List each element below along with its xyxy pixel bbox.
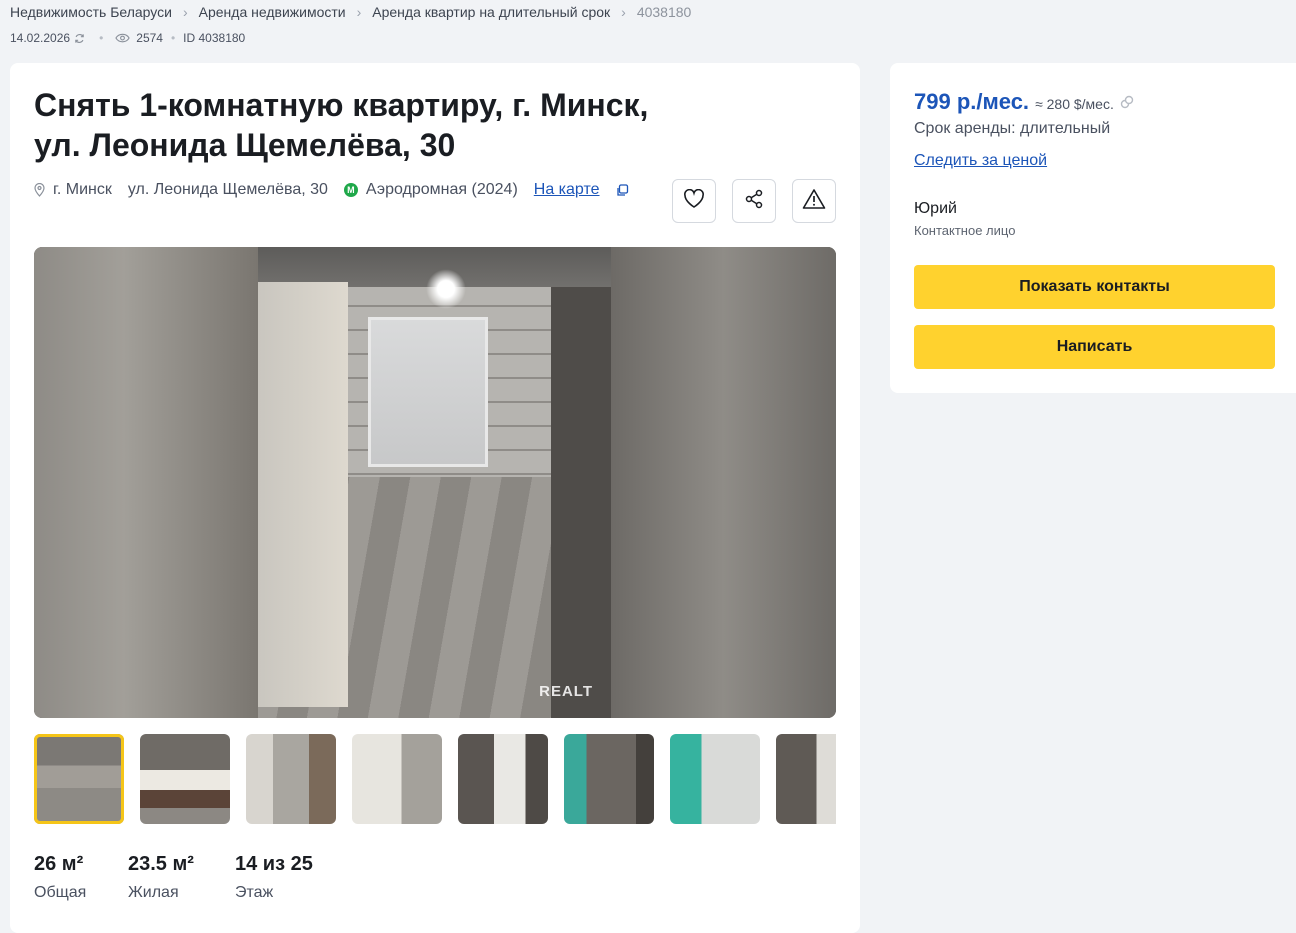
views-count: 2574 bbox=[136, 31, 163, 45]
stat-value: 26 м² bbox=[34, 853, 84, 875]
stat-label: Жилая bbox=[128, 884, 179, 901]
address-street: ул. Леонида Щемелёва, 30 bbox=[127, 181, 328, 198]
metro-station-label: Аэродромная (2024) bbox=[365, 181, 518, 198]
refresh-icon bbox=[74, 33, 85, 44]
stat-label: Общая bbox=[34, 884, 87, 901]
breadcrumb-link-realty[interactable]: Недвижимость Беларуси bbox=[10, 4, 172, 20]
breadcrumb-link-rent[interactable]: Аренда недвижимости bbox=[199, 4, 346, 20]
metro-station: M Аэродромная (2024) bbox=[343, 181, 518, 199]
title-line-1: Снять 1-комнатную квартиру, г. Минск, bbox=[34, 87, 649, 123]
chevron-right-icon: › bbox=[182, 4, 188, 20]
thumbnail[interactable] bbox=[34, 734, 124, 824]
report-button[interactable] bbox=[792, 179, 836, 223]
thumbnail[interactable] bbox=[352, 734, 442, 824]
price-byn: 799 р./мес. bbox=[914, 89, 1030, 114]
address-row: г. Минск ул. Леонида Щемелёва, 30 M Аэро… bbox=[34, 181, 629, 199]
stat-value: 14 из 25 bbox=[235, 853, 313, 875]
photo-watermark: REALT bbox=[539, 683, 593, 700]
breadcrumb-link-long-term[interactable]: Аренда квартир на длительный срок bbox=[372, 4, 610, 20]
rent-term: Срок аренды: длительный bbox=[914, 120, 1111, 137]
favorite-button[interactable] bbox=[672, 179, 716, 223]
main-photo[interactable]: REALT bbox=[34, 247, 836, 718]
price-usd: ≈ 280 $/мес. bbox=[1035, 96, 1114, 112]
stat-floor: 14 из 25 Этаж bbox=[235, 853, 313, 902]
eye-icon bbox=[115, 33, 130, 43]
thumbnail[interactable] bbox=[140, 734, 230, 824]
separator-dot: • bbox=[170, 31, 176, 45]
listing-id: ID 4038180 bbox=[183, 31, 246, 45]
separator-dot: • bbox=[99, 31, 104, 45]
price-row: 799 р./мес. ≈ 280 $/мес. bbox=[914, 89, 1134, 115]
thumbnail[interactable] bbox=[670, 734, 760, 824]
contact-role: Контактное лицо bbox=[914, 223, 1016, 238]
listing-date: 14.02.2026 bbox=[10, 31, 71, 45]
stat-value: 23.5 м² bbox=[128, 853, 194, 875]
price-sidebar: 799 р./мес. ≈ 280 $/мес. Срок аренды: дл… bbox=[890, 63, 1296, 393]
metro-icon: M bbox=[343, 183, 358, 197]
thumbnail-strip bbox=[34, 734, 836, 826]
stat-total-area: 26 м² Общая bbox=[34, 853, 86, 902]
address-city: г. Минск bbox=[53, 181, 112, 198]
thumbnail[interactable] bbox=[458, 734, 548, 824]
follow-price-link[interactable]: Следить за ценой bbox=[914, 152, 1047, 170]
currency-convert-icon[interactable] bbox=[1120, 95, 1134, 109]
copy-icon[interactable] bbox=[616, 183, 629, 197]
photo-blur-left bbox=[34, 247, 258, 718]
share-icon bbox=[744, 189, 764, 214]
thumbnail[interactable] bbox=[776, 734, 836, 824]
stat-label: Этаж bbox=[235, 884, 274, 901]
share-button[interactable] bbox=[732, 179, 776, 223]
chevron-right-icon: › bbox=[356, 4, 362, 20]
thumbnail[interactable] bbox=[564, 734, 654, 824]
thumbnail[interactable] bbox=[246, 734, 336, 824]
warning-icon bbox=[802, 188, 826, 215]
breadcrumb-current: 4038180 bbox=[636, 4, 692, 20]
show-on-map-link[interactable]: На карте bbox=[534, 181, 600, 199]
photo-blur-right bbox=[611, 247, 836, 718]
page-title: Снять 1-комнатную квартиру, г. Минск, ул… bbox=[34, 85, 714, 165]
breadcrumb: Недвижимость Беларуси › Аренда недвижимо… bbox=[10, 4, 691, 20]
listing-meta: 14.02.2026 • 2574 • ID 4038180 bbox=[10, 31, 245, 45]
chevron-right-icon: › bbox=[621, 4, 626, 20]
show-contacts-button[interactable]: Показать контакты bbox=[914, 265, 1275, 309]
contact-name: Юрий bbox=[914, 200, 957, 217]
write-message-button[interactable]: Написать bbox=[914, 325, 1275, 369]
title-line-2: ул. Леонида Щемелёва, 30 bbox=[34, 127, 456, 163]
heart-icon bbox=[683, 188, 705, 214]
photo-image: REALT bbox=[258, 247, 611, 718]
listing-card: Снять 1-комнатную квартиру, г. Минск, ул… bbox=[10, 63, 860, 933]
pin-icon bbox=[34, 183, 45, 197]
stat-living-area: 23.5 м² Жилая bbox=[128, 853, 194, 902]
